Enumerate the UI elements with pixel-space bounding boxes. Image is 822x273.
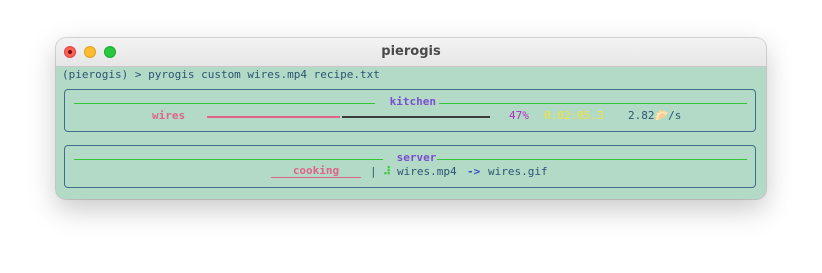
server-panel: server cooking | ⠼ wires.mp4 -> wires.gi… bbox=[64, 145, 756, 188]
progress-bar-complete bbox=[207, 116, 340, 118]
server-job-row: cooking | ⠼ wires.mp4 -> wires.gif bbox=[65, 164, 755, 179]
kitchen-rule-left bbox=[74, 103, 375, 104]
output-file: wires.gif bbox=[488, 165, 548, 178]
server-rule-right bbox=[437, 159, 747, 160]
command-line: (pierogis) > pyrogis custom wires.mp4 re… bbox=[62, 68, 380, 81]
spinner-icon: ⠼ bbox=[383, 165, 392, 178]
progress-percent: 47% bbox=[509, 109, 529, 122]
kitchen-rule-right bbox=[439, 103, 747, 104]
arrow-icon: -> bbox=[467, 165, 481, 178]
kitchen-task-row: wires 47% 0:02:05.3 2.82🥟/s bbox=[65, 109, 755, 123]
kitchen-title-text: kitchen bbox=[389, 95, 436, 108]
terminal-window: pierogis (pierogis) > pyrogis custom wir… bbox=[56, 38, 766, 199]
server-title-text: server bbox=[396, 151, 437, 164]
source-file: wires.mp4 bbox=[397, 165, 457, 178]
kitchen-panel-title: kitchen bbox=[383, 95, 443, 108]
kitchen-panel: kitchen wires 47% 0:02:05.3 2.82🥟/s bbox=[64, 89, 756, 132]
status-label: cooking bbox=[271, 164, 361, 178]
window-title: pierogis bbox=[381, 44, 441, 59]
separator: | bbox=[370, 165, 377, 178]
processing-rate: 2.82🥟/s bbox=[628, 109, 682, 122]
server-panel-title: server bbox=[390, 151, 443, 164]
server-rule-left bbox=[74, 159, 383, 160]
title-bar[interactable]: pierogis bbox=[56, 38, 766, 67]
terminal-content[interactable]: (pierogis) > pyrogis custom wires.mp4 re… bbox=[56, 67, 766, 199]
task-name: wires bbox=[152, 109, 186, 122]
elapsed-time: 0:02:05.3 bbox=[544, 109, 604, 122]
progress-bar-remaining bbox=[342, 116, 490, 118]
